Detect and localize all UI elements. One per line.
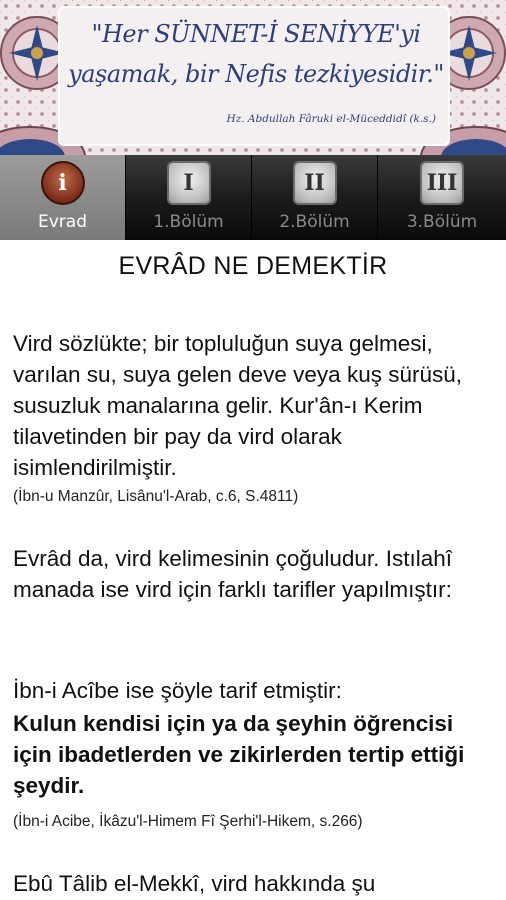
paragraph-bold: Kulun kendisi için ya da şeyhin öğrencis… [13,711,465,798]
page-title: EVRÂD NE DEMEKTİR [118,252,388,280]
tab-bar: i Evrad I 1.Bölüm II 2.Bölüm III 3.Bölüm [0,155,506,240]
tab-label: 1.Bölüm [153,212,224,232]
header-banner: "Her SÜNNET-İ SENİYYE'yi yaşamak, bir Ne… [0,0,506,155]
citation: (İbn-i Acibe, İkâzu'l-Himem Fî Şerhi'l-H… [13,813,363,830]
banner-quote-line1: "Her SÜNNET-İ SENİYYE'yi [91,20,421,48]
paragraph: Ebû Tâlib el-Mekkî, vird hakkında şu [13,871,376,896]
roman-numeral-1-icon: I [166,161,211,205]
tab-label: 3.Bölüm [406,212,478,232]
paragraph: İbn-i Acîbe ise şöyle tarif etmiştir: [13,678,342,703]
tab-bolum-2[interactable]: II 2.Bölüm [252,155,378,240]
tab-bolum-1[interactable]: I 1.Bölüm [126,155,252,240]
roman-numeral-3-icon: III [420,161,464,205]
citation: (İbn-u Manzûr, Lisânu'l-Arab, c.6, S.481… [13,488,299,505]
tab-bolum-3[interactable]: III 3.Bölüm [378,155,506,240]
tab-label: 2.Bölüm [279,212,350,232]
roman-numeral-2-icon: II [292,161,337,205]
info-icon: i [40,161,85,205]
banner-quote-source: Hz. Abdullah Fâruki el-Müceddidî (k.s.) [226,113,436,125]
tab-label: Evrad [38,212,87,232]
paragraph: Vird sözlükte; bir topluluğun suya gelme… [13,331,463,480]
banner-quote-line2: yaşamak, bir Nefis tezkiyesidir." [68,60,444,88]
article-content[interactable]: EVRÂD NE DEMEKTİR Vird sözlükte; bir top… [0,240,506,900]
paragraph: Evrâd da, vird kelimesinin çoğuludur. Is… [13,546,452,602]
tab-evrad[interactable]: i Evrad [0,155,126,240]
